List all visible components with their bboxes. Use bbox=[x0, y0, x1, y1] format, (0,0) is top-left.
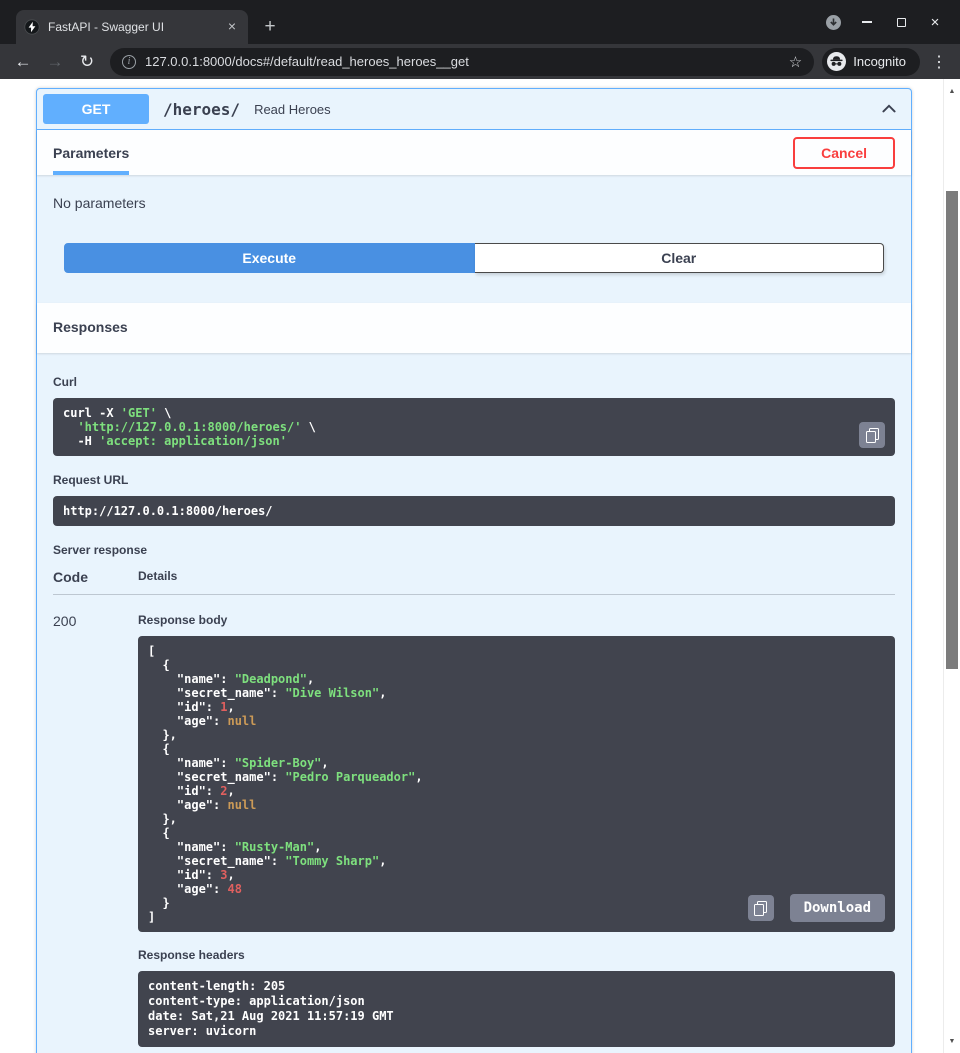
request-url-label: Request URL bbox=[53, 473, 895, 487]
browser-tab[interactable]: FastAPI - Swagger UI × bbox=[16, 10, 248, 44]
minimize-button[interactable] bbox=[850, 5, 884, 39]
code-column-header: Code bbox=[53, 569, 138, 585]
response-headers-block: content-length: 205content-type: applica… bbox=[138, 971, 895, 1047]
maximize-button[interactable] bbox=[884, 5, 918, 39]
copy-curl-button[interactable] bbox=[859, 422, 885, 448]
parameters-title: Parameters bbox=[53, 130, 129, 175]
url-text: 127.0.0.1:8000/docs#/default/read_heroes… bbox=[145, 54, 780, 69]
request-url-value: http://127.0.0.1:8000/heroes/ bbox=[63, 504, 273, 518]
incognito-icon bbox=[827, 52, 846, 71]
responses-header: Responses bbox=[37, 303, 911, 353]
scroll-up-icon[interactable]: ▲ bbox=[944, 85, 960, 99]
opblock-summary-header[interactable]: GET /heroes/ Read Heroes bbox=[37, 89, 911, 130]
bookmark-star-icon[interactable]: ☆ bbox=[789, 53, 802, 71]
response-table-header: Code Details bbox=[53, 569, 895, 595]
collapse-chevron-icon[interactable] bbox=[881, 101, 897, 117]
details-column-header: Details bbox=[138, 569, 177, 585]
copy-response-button[interactable] bbox=[748, 895, 774, 921]
endpoint-summary: Read Heroes bbox=[254, 102, 881, 117]
incognito-label: Incognito bbox=[853, 54, 906, 69]
forward-button[interactable]: → bbox=[40, 48, 70, 76]
response-headers-label: Response headers bbox=[138, 948, 895, 962]
back-button[interactable]: ← bbox=[8, 48, 38, 76]
responses-title: Responses bbox=[53, 319, 128, 335]
response-row: 200 Response body [ { "name": "Deadpond"… bbox=[53, 595, 895, 1047]
execute-button[interactable]: Execute bbox=[64, 243, 475, 273]
incognito-badge: Incognito bbox=[822, 48, 920, 76]
page-content: GET /heroes/ Read Heroes Parameters Canc… bbox=[0, 79, 943, 1053]
execute-wrapper: Execute Clear bbox=[37, 243, 911, 295]
response-details-cell: Response body [ { "name": "Deadpond", "s… bbox=[138, 613, 895, 1047]
fastapi-favicon-icon bbox=[24, 19, 40, 35]
new-tab-button[interactable]: + bbox=[256, 13, 284, 41]
opblock-get-heroes: GET /heroes/ Read Heroes Parameters Canc… bbox=[36, 88, 912, 1053]
parameters-header: Parameters Cancel bbox=[37, 130, 911, 175]
method-badge: GET bbox=[43, 94, 149, 124]
browser-update-icon[interactable] bbox=[816, 5, 850, 39]
browser-menu-icon[interactable]: ⋮ bbox=[926, 52, 952, 72]
responses-body: Curl curl -X 'GET' \ 'http://127.0.0.1:8… bbox=[37, 353, 911, 1053]
curl-label: Curl bbox=[53, 375, 895, 389]
tab-close-icon[interactable]: × bbox=[224, 19, 240, 35]
download-button[interactable]: Download bbox=[790, 894, 885, 922]
response-body-label: Response body bbox=[138, 613, 895, 627]
tab-title: FastAPI - Swagger UI bbox=[48, 20, 216, 34]
status-code: 200 bbox=[53, 613, 138, 1047]
request-url-block: http://127.0.0.1:8000/heroes/ bbox=[53, 496, 895, 526]
browser-window: FastAPI - Swagger UI × + × ← → ↻ i 127.0… bbox=[0, 0, 960, 1053]
curl-command-block: curl -X 'GET' \ 'http://127.0.0.1:8000/h… bbox=[53, 398, 895, 456]
parameters-body: No parameters bbox=[37, 175, 911, 243]
reload-button[interactable]: ↻ bbox=[72, 48, 102, 76]
url-bar[interactable]: i 127.0.0.1:8000/docs#/default/read_hero… bbox=[110, 48, 814, 76]
endpoint-path: /heroes/ bbox=[163, 100, 240, 119]
browser-tabstrip: FastAPI - Swagger UI × + × bbox=[0, 0, 960, 44]
close-window-icon[interactable]: × bbox=[918, 5, 952, 39]
scrollbar-thumb[interactable] bbox=[946, 191, 958, 669]
response-body-actions: Download bbox=[748, 894, 885, 922]
response-body-block: [ { "name": "Deadpond", "secret_name": "… bbox=[138, 636, 895, 932]
page-scrollbar[interactable]: ▲ ▼ bbox=[943, 79, 960, 1053]
no-parameters-text: No parameters bbox=[53, 195, 895, 211]
page-info-icon[interactable]: i bbox=[122, 55, 136, 69]
cancel-button[interactable]: Cancel bbox=[793, 137, 895, 169]
browser-navbar: ← → ↻ i 127.0.0.1:8000/docs#/default/rea… bbox=[0, 44, 960, 79]
clear-button[interactable]: Clear bbox=[475, 243, 885, 273]
swagger-page: GET /heroes/ Read Heroes Parameters Canc… bbox=[0, 79, 960, 1053]
window-controls: × bbox=[816, 0, 960, 44]
scroll-down-icon[interactable]: ▼ bbox=[944, 1035, 960, 1049]
server-response-label: Server response bbox=[53, 543, 895, 557]
